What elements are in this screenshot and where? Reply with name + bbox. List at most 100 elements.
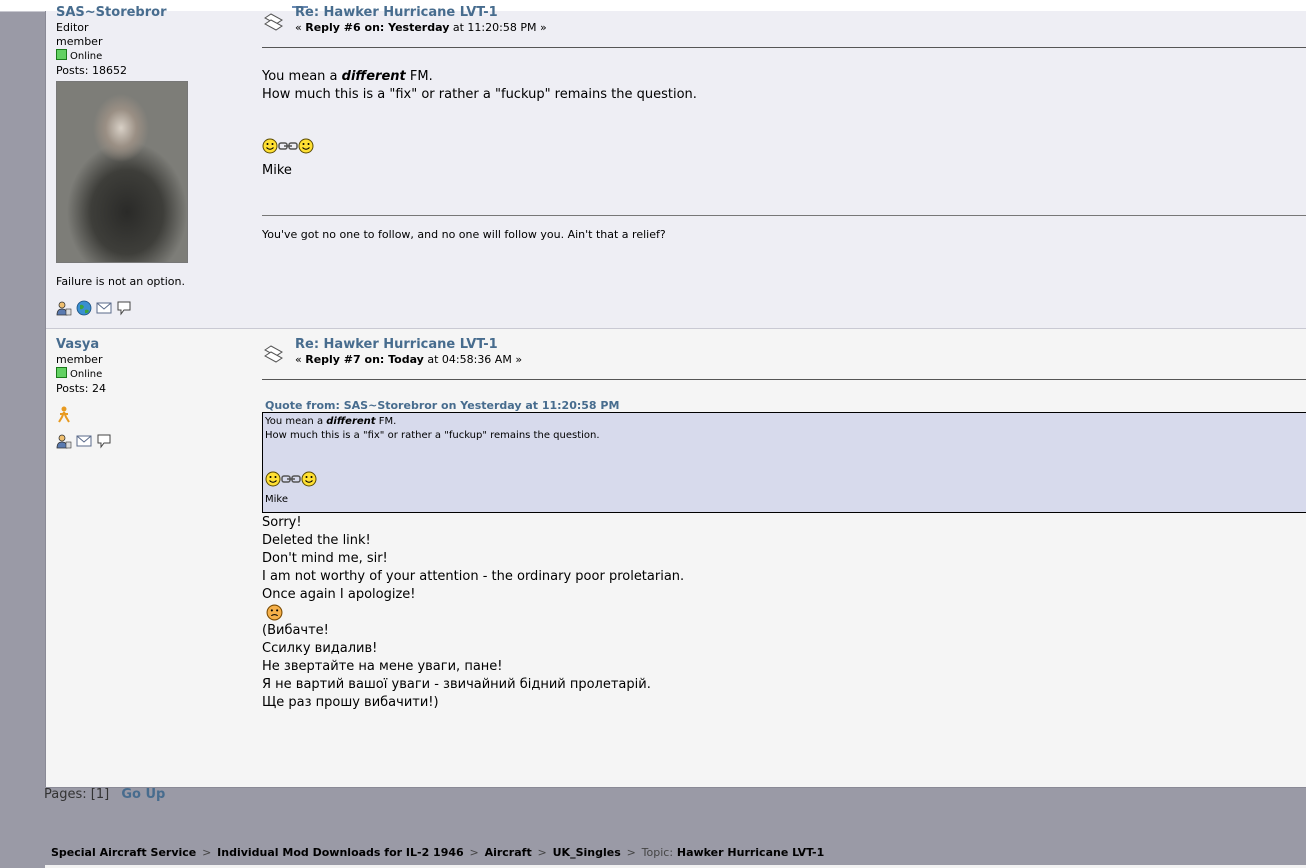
signature-divider [262,215,1306,216]
emphasis-text: different [341,69,406,84]
website-globe-icon[interactable] [76,300,92,316]
post-subject-link[interactable]: Re: Hawker Hurricane LVT-1 [295,337,1306,353]
post-content: Re: Hawker Hurricane LVT-1 « Reply #7 on… [262,337,1306,712]
rank-figure-icon [58,406,70,423]
poster-name-link[interactable]: Vasya [56,337,246,353]
online-status-label: Online [70,51,103,62]
body-line: Once again I apologize! [262,587,416,602]
embarrassed-smiley-icon [266,604,283,621]
smiley-face-icon [265,471,281,487]
reply-info: « Reply #7 on: Today at 04:58:36 AM » [295,353,1306,367]
body-line: I am not worthy of your attention - the … [262,569,685,584]
poster-group: member [56,35,103,48]
personal-message-icon[interactable] [116,300,132,316]
poster-name-link[interactable]: SAS~Storebror [56,5,246,21]
reply-prefix: « [295,353,306,366]
go-up-link[interactable]: Go Up [121,787,165,802]
quote-block: You mean a different FM. How much this i… [262,412,1306,513]
embarrassed-smiley [262,604,1306,622]
online-status-label: Online [70,369,103,380]
body-line: (Вибачте! [262,623,329,638]
breadcrumb-separator: > [537,846,547,859]
quote-signoff: Mike [265,494,288,505]
email-icon[interactable] [96,300,112,316]
body-line: Не звертайте на мене уваги, пане! [262,659,503,674]
poster-title: Editor [56,21,89,34]
pages-label: Pages: [1] [44,787,110,802]
forum-posts: SAS~Storebror Editor member Online Posts… [45,5,1306,788]
post-reply-6: SAS~Storebror Editor member Online Posts… [46,5,1306,329]
quote-line: You mean a different FM. [265,415,1305,429]
reply-prefix: « [295,21,306,34]
pagination: Pages: [1] Go Up [44,787,165,802]
post-reply-7: Vasya member Online Posts: 24 Re: Hawker… [46,329,1306,788]
chain-link-icon [278,142,298,150]
body-line: You mean a different FM. [262,68,1306,86]
reply-info: « Reply #6 on: Yesterday at 11:20:58 PM … [295,21,1306,35]
reply-time: at 04:58:36 AM » [423,353,523,366]
body-line: Deleted the link! [262,533,371,548]
breadcrumb-link[interactable]: Individual Mod Downloads for IL-2 1946 [217,846,464,859]
reply-number: Reply #7 on: Today [305,353,424,366]
online-icon [56,49,67,60]
reply-time: at 11:20:58 PM » [449,21,547,34]
body-line: Я не вартий вашої уваги - звичайний бідн… [262,677,651,692]
body-line: Don't mind me, sir! [262,551,388,566]
signature: You've got no one to follow, and no one … [262,228,666,241]
avatar [56,81,188,263]
personal-text: Failure is not an option. [56,275,185,288]
quote-line: How much this is a "fix" or rather a "fu… [265,430,600,441]
text: You mean a [262,69,342,84]
poster-icons [56,299,246,317]
body-line: Sorry! [262,515,302,530]
breadcrumb-link[interactable]: UK_Singles [553,846,621,859]
post-header: Re: Hawker Hurricane LVT-1 « Reply #6 on… [262,5,1306,43]
rank-star [56,406,246,424]
online-status: Online [56,49,246,64]
profile-icon[interactable] [56,433,72,449]
text: FM. [405,69,433,84]
poster-info: Vasya member Online Posts: 24 [56,337,246,450]
breadcrumb: Special Aircraft Service > Individual Mo… [51,846,824,859]
quote-header-link[interactable]: Quote from: SAS~Storebror on Yesterday a… [265,399,1306,412]
breadcrumb-separator: > [469,846,479,859]
chain-link-icon [281,475,301,483]
smiley-face-icon [298,138,314,154]
smiley-row [262,136,1306,156]
text: You mean a [265,416,327,427]
body-line: Ще раз прошу вибачити!) [262,695,439,710]
signoff: Mike [262,163,292,178]
email-icon[interactable] [76,433,92,449]
online-status: Online [56,367,246,382]
post-content: Re: Hawker Hurricane LVT-1 « Reply #6 on… [262,5,1306,241]
breadcrumb-separator: > [626,846,636,859]
body-line: How much this is a "fix" or rather a "fu… [262,87,697,102]
breadcrumb-link[interactable]: Aircraft [485,846,532,859]
body-line: Ссилку видалив! [262,641,378,656]
post-body: Sorry! Deleted the link! Don't mind me, … [262,514,1306,712]
reply-number: Reply #6 on: Yesterday [305,21,450,34]
emphasis-text: different [326,416,376,427]
post-divider [262,379,1306,380]
breadcrumb-separator: > [202,846,212,859]
message-xx-icon [264,345,283,363]
personal-message-icon[interactable] [96,433,112,449]
text: FM. [375,416,397,427]
poster-icons [56,432,246,450]
post-count: Posts: 18652 [56,64,127,77]
online-icon [56,367,67,378]
poster-group: member [56,353,103,366]
breadcrumb-topic-label: Topic: [641,846,674,859]
post-subject-link[interactable]: Re: Hawker Hurricane LVT-1 [295,5,1306,21]
profile-icon[interactable] [56,300,72,316]
message-xx-icon [264,13,283,31]
smiley-face-icon [262,138,278,154]
post-count: Posts: 24 [56,382,106,395]
post-divider [262,47,1306,48]
smiley-row [265,469,1305,489]
smiley-face-icon [301,471,317,487]
post-header: Re: Hawker Hurricane LVT-1 « Reply #7 on… [262,337,1306,375]
post-body: You mean a different FM. How much this i… [262,68,1306,180]
breadcrumb-topic-link[interactable]: Hawker Hurricane LVT-1 [677,846,824,859]
breadcrumb-link[interactable]: Special Aircraft Service [51,846,196,859]
